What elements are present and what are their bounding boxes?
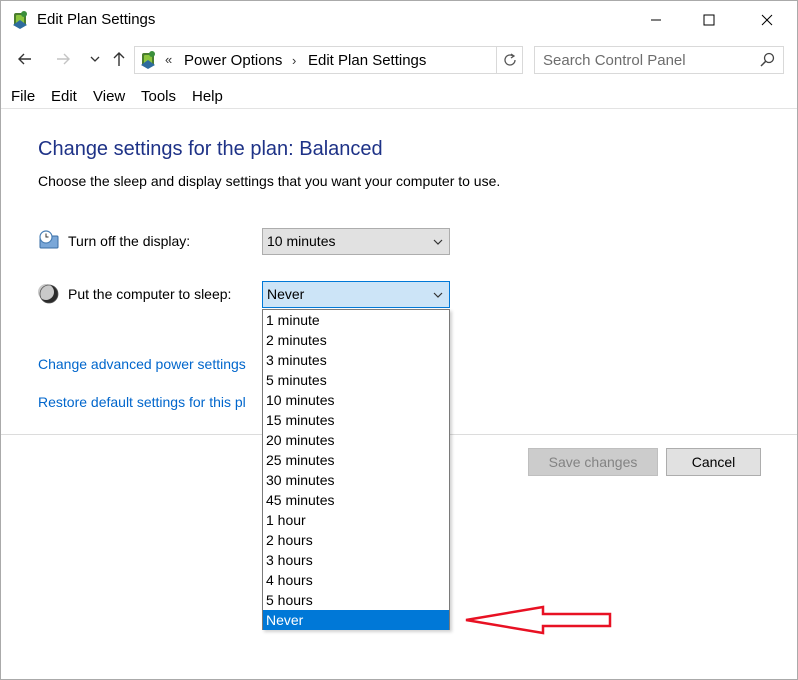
sleep-timeout-dropdown-list: 1 minute 2 minutes 3 minutes 5 minutes 10 mi… xyxy=(262,309,450,630)
dropdown-option[interactable]: 20 minutes xyxy=(263,430,449,450)
chevron-down-icon xyxy=(90,56,100,62)
dropdown-option[interactable]: 45 minutes xyxy=(263,490,449,510)
monitor-clock-icon xyxy=(39,230,59,249)
close-icon xyxy=(761,14,773,26)
cancel-button[interactable]: Cancel xyxy=(666,448,761,476)
close-button[interactable] xyxy=(744,1,790,39)
save-changes-button[interactable]: Save changes xyxy=(528,448,658,476)
breadcrumb-overflow[interactable]: « xyxy=(165,52,172,67)
dropdown-option[interactable]: 4 hours xyxy=(263,570,449,590)
display-timeout-label: Turn off the display: xyxy=(68,233,191,249)
restore-defaults-link[interactable]: Restore default settings for this pl xyxy=(38,394,246,410)
title-bar: Edit Plan Settings xyxy=(1,1,797,39)
dropdown-option[interactable]: 3 hours xyxy=(263,550,449,570)
chevron-down-icon xyxy=(433,239,443,245)
breadcrumb-separator[interactable]: › xyxy=(292,53,296,68)
menu-file[interactable]: File xyxy=(11,88,35,105)
arrow-up-icon xyxy=(113,52,125,66)
moon-sleep-icon xyxy=(38,284,59,304)
dropdown-option[interactable]: 5 minutes xyxy=(263,370,449,390)
search-box[interactable] xyxy=(534,46,784,74)
menu-help[interactable]: Help xyxy=(192,88,223,105)
menu-edit[interactable]: Edit xyxy=(51,88,77,105)
dropdown-option[interactable]: 30 minutes xyxy=(263,470,449,490)
dropdown-option[interactable]: 15 minutes xyxy=(263,410,449,430)
arrow-left-icon xyxy=(18,53,31,65)
page-description: Choose the sleep and display settings th… xyxy=(38,173,501,189)
dropdown-option[interactable]: 1 minute xyxy=(263,310,449,330)
dropdown-option[interactable]: 5 hours xyxy=(263,590,449,610)
breadcrumb-edit-plan-settings[interactable]: Edit Plan Settings xyxy=(308,52,426,69)
search-icon[interactable] xyxy=(759,52,775,68)
menu-bar: File Edit View Tools Help xyxy=(1,85,797,109)
back-button[interactable] xyxy=(15,49,35,69)
dropdown-option[interactable]: Never xyxy=(263,610,449,630)
power-options-icon xyxy=(141,51,155,69)
navigation-bar: « Power Options › Edit Plan Settings xyxy=(1,39,797,81)
dropdown-option[interactable]: 25 minutes xyxy=(263,450,449,470)
arrow-right-icon xyxy=(57,53,70,65)
recent-locations-button[interactable] xyxy=(85,49,105,69)
up-button[interactable] xyxy=(109,49,129,69)
maximize-icon xyxy=(703,14,715,26)
dropdown-option[interactable]: 3 minutes xyxy=(263,350,449,370)
dropdown-option[interactable]: 10 minutes xyxy=(263,390,449,410)
menu-tools[interactable]: Tools xyxy=(141,88,176,105)
sleep-timeout-select[interactable]: Never xyxy=(262,281,450,308)
sleep-timeout-value: Never xyxy=(267,286,305,302)
sleep-timeout-label: Put the computer to sleep: xyxy=(68,286,232,302)
minimize-button[interactable] xyxy=(633,1,679,39)
refresh-button[interactable] xyxy=(496,47,522,73)
dropdown-option[interactable]: 2 hours xyxy=(263,530,449,550)
window-title: Edit Plan Settings xyxy=(37,11,156,28)
dropdown-option[interactable]: 2 minutes xyxy=(263,330,449,350)
breadcrumb-power-options[interactable]: Power Options xyxy=(184,52,282,69)
dropdown-option[interactable]: 1 hour xyxy=(263,510,449,530)
search-input[interactable] xyxy=(543,51,753,69)
chevron-down-icon xyxy=(433,292,443,298)
forward-button[interactable] xyxy=(53,49,73,69)
refresh-icon xyxy=(503,53,516,66)
minimize-icon xyxy=(651,19,661,21)
edit-plan-settings-window: Edit Plan Settings « Power Options › Edi… xyxy=(0,0,798,680)
change-advanced-settings-link[interactable]: Change advanced power settings xyxy=(38,356,246,372)
menu-view[interactable]: View xyxy=(93,88,125,105)
address-bar[interactable]: « Power Options › Edit Plan Settings xyxy=(134,46,523,74)
power-options-icon xyxy=(13,11,27,29)
display-timeout-value: 10 minutes xyxy=(267,233,336,249)
annotation-arrow-icon xyxy=(465,605,612,635)
page-title: Change settings for the plan: Balanced xyxy=(38,138,383,160)
display-timeout-select[interactable]: 10 minutes xyxy=(262,228,450,255)
maximize-button[interactable] xyxy=(686,1,732,39)
